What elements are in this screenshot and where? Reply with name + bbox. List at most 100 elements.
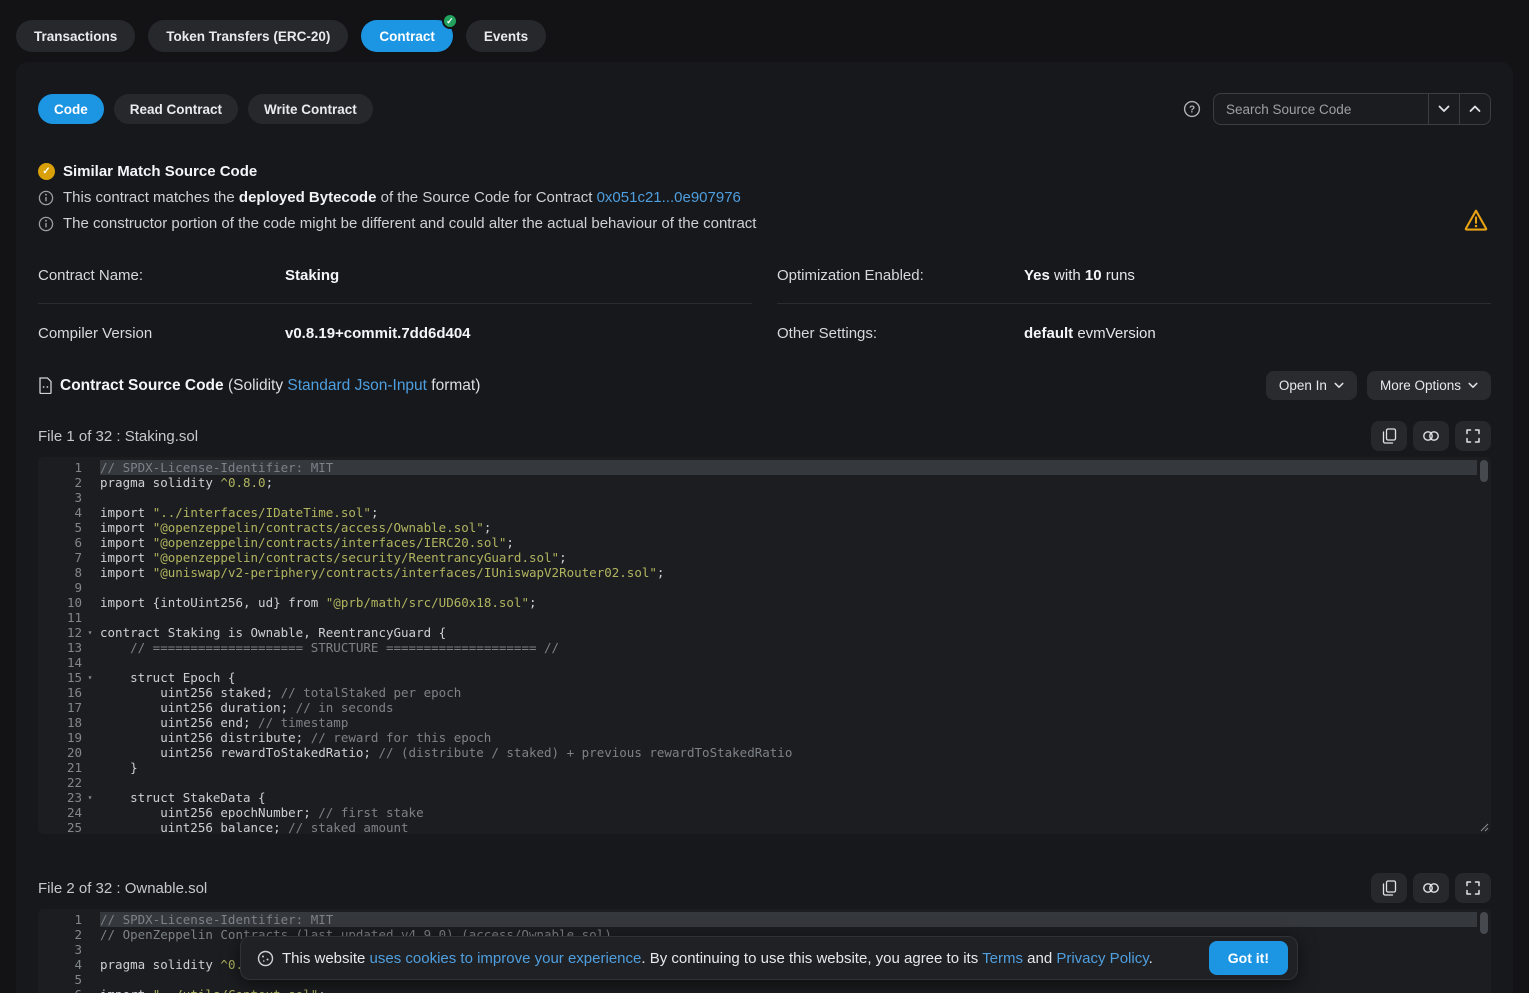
fold-arrow-icon[interactable]: ▾ — [82, 625, 98, 640]
file-code-icon — [38, 377, 53, 394]
line-number: 1 — [38, 912, 82, 927]
fold-spacer — [82, 505, 98, 520]
fold-spacer — [82, 550, 98, 565]
privacy-policy-link[interactable]: Privacy Policy — [1056, 950, 1148, 967]
line-number: 9 — [38, 580, 82, 595]
other-settings-evmversion: evmVersion — [1073, 325, 1156, 342]
line-number: 19 — [38, 730, 82, 745]
tab-transactions[interactable]: Transactions — [16, 20, 135, 52]
code-line: 2pragma solidity ^0.8.0; — [38, 475, 1477, 490]
fold-arrow-icon[interactable]: ▾ — [82, 790, 98, 805]
fold-spacer — [82, 912, 98, 927]
cookie-text-mid: . By continuing to use this website, you… — [641, 950, 982, 967]
subtab-write-label: Write Contract — [264, 102, 357, 117]
permalink-button[interactable] — [1413, 873, 1449, 903]
scrollbar-thumb[interactable] — [1480, 460, 1488, 482]
file-2-label: File 2 of 32 : Ownable.sol — [38, 880, 207, 897]
permalink-button[interactable] — [1413, 421, 1449, 451]
line-number: 17 — [38, 700, 82, 715]
other-settings-value: default evmVersion — [1024, 325, 1156, 342]
fold-spacer — [82, 715, 98, 730]
code-editor-staking[interactable]: 1// SPDX-License-Identifier: MIT2pragma … — [38, 457, 1491, 834]
line-number: 12 — [38, 625, 82, 640]
chevron-down-icon — [1334, 382, 1344, 389]
fullscreen-button[interactable] — [1455, 421, 1491, 451]
search-next-button[interactable] — [1428, 94, 1459, 124]
tab-events[interactable]: Events — [466, 20, 546, 52]
fullscreen-button[interactable] — [1455, 873, 1491, 903]
chevron-down-icon — [1438, 105, 1450, 113]
source-code-header: Contract Source Code (Solidity Standard … — [38, 371, 1491, 400]
search-prev-button[interactable] — [1459, 94, 1490, 124]
help-icon[interactable]: ? — [1183, 100, 1201, 118]
code-line: 9 — [38, 580, 1477, 595]
code-line: 15▾ struct Epoch { — [38, 670, 1477, 685]
code-line: 24 uint256 epochNumber; // first stake — [38, 805, 1477, 820]
expand-icon — [1466, 429, 1480, 443]
similar-match-title: Similar Match Source Code — [63, 163, 257, 180]
fold-spacer — [82, 460, 98, 475]
line-number: 24 — [38, 805, 82, 820]
optimization-runs-count: 10 — [1085, 267, 1102, 284]
more-options-button[interactable]: More Options — [1367, 371, 1491, 400]
line-number: 8 — [38, 565, 82, 580]
copy-icon — [1382, 428, 1397, 444]
matched-contract-address-link[interactable]: 0x051c21...0e907976 — [597, 189, 741, 206]
subtab-code[interactable]: Code — [38, 94, 104, 124]
code-line: 19 uint256 distribute; // reward for thi… — [38, 730, 1477, 745]
file-1-row: File 1 of 32 : Staking.sol — [38, 421, 1491, 451]
cookie-text-and: and — [1023, 950, 1056, 967]
tab-contract[interactable]: Contract ✓ — [361, 20, 453, 52]
link-icon — [1422, 430, 1440, 442]
code-line: 3 — [38, 490, 1477, 505]
line-number: 10 — [38, 595, 82, 610]
copy-icon — [1382, 880, 1397, 896]
copy-source-button[interactable] — [1371, 421, 1407, 451]
fold-spacer — [82, 820, 98, 834]
resize-grip[interactable] — [1479, 822, 1489, 832]
source-code-title: Contract Source Code (Solidity Standard … — [38, 377, 480, 395]
scrollbar-thumb[interactable] — [1480, 912, 1488, 934]
got-it-button[interactable]: Got it! — [1209, 941, 1288, 975]
file-2-row: File 2 of 32 : Ownable.sol — [38, 873, 1491, 903]
search-source-code-input[interactable] — [1214, 94, 1428, 124]
cookie-text-dot: . — [1149, 950, 1153, 967]
code-line: 21 } — [38, 760, 1477, 775]
line-number: 13 — [38, 640, 82, 655]
fold-spacer — [82, 972, 98, 987]
copy-source-button[interactable] — [1371, 873, 1407, 903]
optimization-yes: Yes — [1024, 267, 1050, 284]
standard-json-input-link[interactable]: Standard Json-Input — [287, 377, 427, 394]
terms-link[interactable]: Terms — [982, 950, 1023, 967]
line-number: 14 — [38, 655, 82, 670]
line-number: 2 — [38, 475, 82, 490]
cookie-banner: This website uses cookies to improve you… — [240, 936, 1298, 980]
cookies-info-link[interactable]: uses cookies to improve your experience — [370, 950, 642, 967]
subtab-read-label: Read Contract — [130, 102, 222, 117]
tab-token-transfers[interactable]: Token Transfers (ERC-20) — [148, 20, 348, 52]
code-line: 6import "@openzeppelin/contracts/interfa… — [38, 535, 1477, 550]
contract-name-label: Contract Name: — [38, 267, 285, 284]
subtab-read-contract[interactable]: Read Contract — [114, 94, 238, 124]
similar-match-header: ✓ Similar Match Source Code — [38, 163, 1491, 180]
contract-name-row: Contract Name: Staking — [38, 259, 752, 304]
constructor-warning-text: The constructor portion of the code migh… — [63, 215, 756, 232]
line-number: 4 — [38, 505, 82, 520]
line-number: 11 — [38, 610, 82, 625]
line-number: 23 — [38, 790, 82, 805]
line-number: 3 — [38, 490, 82, 505]
source-format-pre: (Solidity — [224, 377, 288, 394]
verified-check-icon: ✓ — [442, 13, 458, 29]
more-options-label: More Options — [1380, 378, 1461, 393]
open-in-button[interactable]: Open In — [1266, 371, 1357, 400]
contract-name-value: Staking — [285, 267, 339, 284]
subtab-write-contract[interactable]: Write Contract — [248, 94, 373, 124]
fold-arrow-icon[interactable]: ▾ — [82, 670, 98, 685]
fold-spacer — [82, 987, 98, 993]
code-line: 17 uint256 duration; // in seconds — [38, 700, 1477, 715]
fold-spacer — [82, 805, 98, 820]
code-line: 12▾contract Staking is Ownable, Reentran… — [38, 625, 1477, 640]
compiler-version-row: Compiler Version v0.8.19+commit.7dd6d404 — [38, 304, 752, 365]
fold-spacer — [82, 535, 98, 550]
line-number: 2 — [38, 927, 82, 942]
